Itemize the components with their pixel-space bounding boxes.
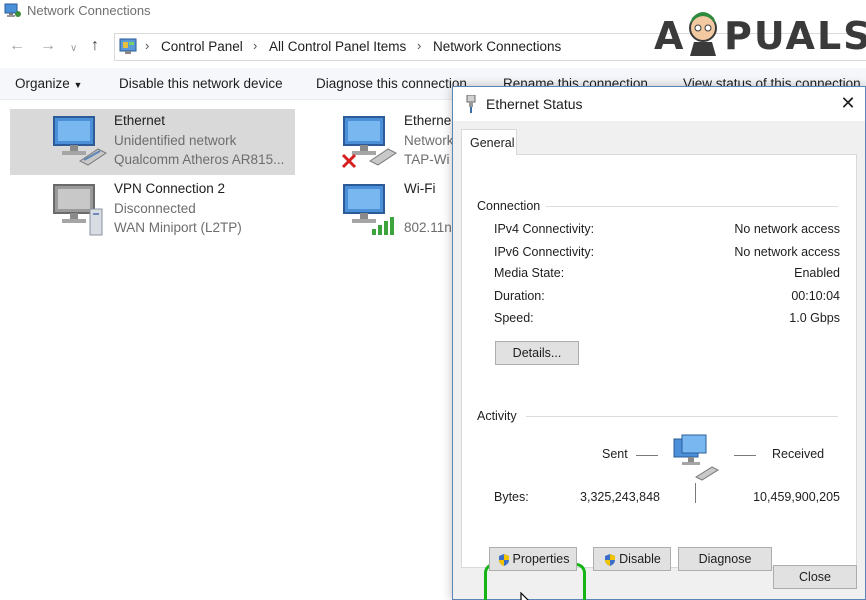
forward-arrow-icon[interactable]: → [40, 38, 56, 54]
bytes-divider [695, 483, 696, 503]
dialog-title: Ethernet Status [486, 96, 583, 112]
connection-item-wifi[interactable]: Wi-Fi 802.11n [300, 177, 452, 243]
activity-group-label: Activity [477, 409, 523, 423]
close-button[interactable]: Close [773, 565, 857, 589]
connection-item-ethernet-tap[interactable]: Etherne Network TAP-Wi [300, 109, 454, 175]
network-connections-icon [4, 3, 21, 17]
general-tab-panel: Connection IPv4 Connectivity: No network… [461, 154, 857, 600]
logo-text-right: PUALS [724, 14, 866, 58]
connection-status: Unidentified network [114, 133, 237, 148]
connection-item-ethernet[interactable]: Ethernet Unidentified network Qualcomm A… [10, 109, 295, 175]
breadcrumb-all-items[interactable]: All Control Panel Items [269, 39, 406, 54]
connection-status: Disconnected [114, 201, 196, 216]
disable-device-button[interactable]: Disable this network device [119, 76, 283, 91]
up-arrow-icon[interactable]: ↑ [91, 38, 99, 54]
vpn-adapter-icon [53, 184, 103, 236]
recent-locations-chevron-icon[interactable]: ∨ [70, 41, 77, 57]
ethernet-adapter-disconnected-icon [341, 116, 397, 169]
dialog-body: General Connection IPv4 Connectivity: No… [453, 121, 865, 600]
media-state-value: Enabled [794, 266, 840, 280]
diagnose-button[interactable]: Diagnose [678, 547, 772, 571]
media-state-label: Media State: [494, 266, 565, 280]
ethernet-adapter-icon [53, 116, 107, 166]
connection-item-vpn[interactable]: VPN Connection 2 Disconnected WAN Minipo… [10, 177, 295, 243]
organize-menu[interactable]: Organize ▼ [15, 76, 82, 91]
properties-button[interactable]: Properties [489, 547, 577, 571]
ipv6-label: IPv6 Connectivity: [494, 245, 595, 259]
ethernet-plug-icon [466, 95, 476, 113]
breadcrumb-network-connections[interactable]: Network Connections [433, 39, 561, 54]
connection-adapter: WAN Miniport (L2TP) [114, 220, 242, 235]
breadcrumb-control-panel[interactable]: Control Panel [161, 39, 243, 54]
bytes-label: Bytes: [494, 490, 529, 504]
details-button[interactable]: Details... [495, 341, 579, 365]
uac-shield-icon [605, 553, 616, 566]
connection-name: VPN Connection 2 [114, 181, 226, 196]
duration-value: 00:10:04 [791, 289, 840, 303]
dropdown-arrow-icon: ▼ [73, 80, 83, 90]
connection-adapter: 802.11n [404, 220, 452, 235]
ipv4-value: No network access [734, 222, 840, 236]
connection-name: Wi-Fi [404, 181, 436, 196]
ipv4-label: IPv4 Connectivity: [494, 222, 595, 236]
diagnose-connection-button[interactable]: Diagnose this connection [316, 76, 467, 91]
duration-label: Duration: [494, 289, 545, 303]
logo-text-left: A [654, 14, 686, 58]
appuals-logo: A PUALS [654, 2, 866, 60]
properties-label: Properties [512, 552, 570, 566]
speed-value: 1.0 Gbps [789, 311, 840, 325]
back-arrow-icon[interactable]: ← [9, 38, 25, 54]
sent-line [636, 455, 658, 456]
tab-general[interactable]: General [461, 129, 517, 155]
bytes-sent-value: 3,325,243,848 [580, 490, 660, 504]
disable-button[interactable]: Disable [593, 547, 671, 571]
control-panel-icon [119, 38, 137, 54]
wifi-adapter-icon [343, 184, 394, 235]
network-activity-icon [673, 434, 720, 481]
connection-adapter: TAP-Wi [404, 152, 450, 167]
ethernet-status-dialog: Ethernet Status ✕ General Connection IPv… [452, 86, 866, 600]
uac-shield-icon [498, 553, 509, 566]
breadcrumb-separator-icon: › [253, 38, 258, 53]
connection-adapter: Qualcomm Atheros AR815... [114, 152, 285, 167]
group-divider [532, 206, 838, 207]
close-icon[interactable]: ✕ [837, 92, 859, 114]
organize-label: Organize [15, 76, 70, 91]
speed-label: Speed: [494, 311, 534, 325]
received-line [734, 455, 756, 456]
dialog-titlebar[interactable]: Ethernet Status ✕ [453, 87, 865, 121]
connection-group-label: Connection [477, 199, 547, 213]
mascot-icon [689, 12, 717, 56]
breadcrumb-separator-icon: › [145, 38, 150, 53]
connection-status: Network [404, 133, 454, 148]
mouse-pointer-icon [520, 592, 529, 600]
disable-label: Disable [619, 552, 661, 566]
sent-label: Sent [602, 447, 628, 461]
connection-name: Ethernet [114, 113, 166, 128]
connection-name: Etherne [404, 113, 452, 128]
window-title: Network Connections [27, 3, 151, 18]
ipv6-value: No network access [734, 245, 840, 259]
breadcrumb-separator-icon: › [417, 38, 422, 53]
group-divider [526, 416, 838, 417]
received-label: Received [772, 447, 825, 461]
bytes-received-value: 10,459,900,205 [753, 490, 840, 504]
